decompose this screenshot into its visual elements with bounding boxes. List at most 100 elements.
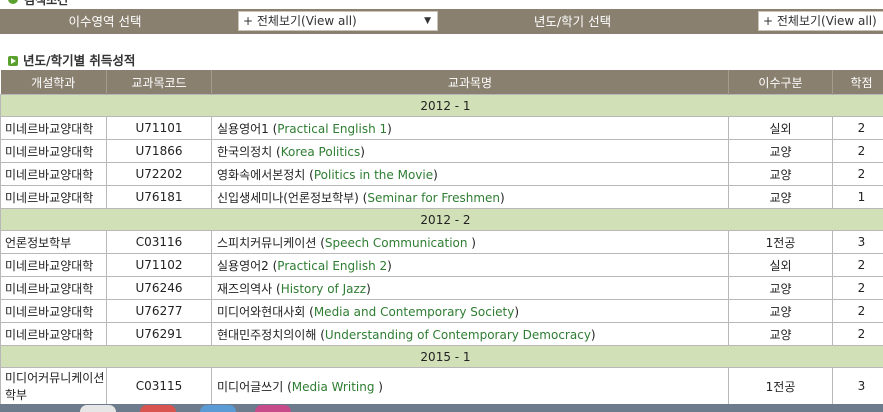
- cell-credit: 2: [832, 276, 883, 300]
- course-name-en: Korea Politics: [280, 144, 361, 159]
- cell-credit: 2: [832, 322, 883, 346]
- cell-course-name: 영화속에서본정치 (Politics in the Movie): [211, 162, 729, 186]
- cell-dept: 미네르바교양대학: [0, 276, 107, 300]
- course-name-en: Media and Contemporary Society: [313, 304, 515, 319]
- cell-credit: 1: [832, 185, 883, 209]
- course-name-ko: 현대민주정치의이해: [217, 327, 317, 342]
- course-name-ko: 실용영어1: [217, 121, 269, 136]
- course-name-en: Practical English 1: [277, 121, 388, 136]
- cell-course-name: 실용영어1 (Practical English 1): [211, 116, 729, 140]
- section-title-text: 년도/학기별 취득성적: [23, 53, 136, 68]
- course-name-ko: 실용영어2: [217, 258, 269, 273]
- cell-course-name: 실용영어2 (Practical English 2): [211, 253, 729, 277]
- taskbar-app-icon[interactable]: [255, 405, 291, 412]
- table-row: 언론정보학부 C03116 스피치커뮤니케이션 (Speech Communicat…: [0, 230, 883, 254]
- area-select[interactable]: + 전체보기(View all) ▼: [238, 11, 438, 31]
- taskbar-app-icon[interactable]: [200, 405, 236, 412]
- area-filter-label: 이수영역 선택: [68, 14, 142, 29]
- cell-credit: 2: [832, 299, 883, 323]
- cell-type: 교양: [728, 185, 833, 209]
- table-row: 미네르바교양대학 U76246 재즈의역사 (History of Jazz) 교양 2: [0, 276, 883, 300]
- taskbar-app-icon[interactable]: [140, 405, 176, 412]
- cell-course-name: 한국의정치 (Korea Politics): [211, 139, 729, 163]
- cell-type: 1전공: [728, 367, 833, 405]
- table-row: 미네르바교양대학 U71866 한국의정치 (Korea Politics) 교양 2: [0, 139, 883, 163]
- search-conditions-label: 검색조건: [24, 0, 69, 7]
- col-header-course: 교과목명: [211, 70, 729, 95]
- cell-code: U71101: [106, 116, 212, 140]
- cell-dept: 미네르바교양대학: [0, 322, 107, 346]
- cell-code: U76181: [106, 185, 212, 209]
- table-row: 미네르바교양대학 U71102 실용영어2 (Practical English 2…: [0, 253, 883, 277]
- cell-dept: 미네르바교양대학: [0, 116, 107, 140]
- col-header-code: 교과목코드: [106, 70, 212, 95]
- cell-credit: 2: [832, 253, 883, 277]
- course-name-ko: 신입생세미나(언론정보학부): [217, 190, 359, 205]
- table-row: 미네르바교양대학 U76277 미디어와현대사회 (Media and Contem…: [0, 299, 883, 323]
- area-select-value: + 전체보기(View all): [243, 14, 357, 28]
- table-row: 미네르바교양대학 U72202 영화속에서본정치 (Politics in the …: [0, 162, 883, 186]
- cell-code: U71866: [106, 139, 212, 163]
- course-name-ko: 미디어와현대사회: [217, 304, 306, 319]
- cell-credit: 2: [832, 116, 883, 140]
- cell-course-name: 현대민주정치의이해 (Understanding of Contemporary…: [211, 322, 729, 346]
- course-name-ko: 재즈의역사: [217, 281, 273, 296]
- cell-credit: 2: [832, 139, 883, 163]
- table-header-row: 개설학과 교과목코드 교과목명 이수구분 학점: [0, 70, 883, 95]
- semester-label: 2012 - 2: [0, 208, 883, 231]
- cell-dept: 미네르바교양대학: [0, 162, 107, 186]
- cell-type: 교양: [728, 139, 833, 163]
- cell-code: U76277: [106, 299, 212, 323]
- taskbar: [0, 404, 883, 412]
- course-name-en: Understanding of Contemporary Democracy: [324, 327, 591, 342]
- cell-dept: 미네르바교양대학: [0, 139, 107, 163]
- semester-row: 2012 - 2: [0, 208, 883, 231]
- semester-label: 2015 - 1: [0, 345, 883, 368]
- course-name-ko: 스피치커뮤니케이션: [217, 235, 317, 250]
- cell-credit: 2: [832, 162, 883, 186]
- section-title: 년도/학기별 취득성적: [8, 50, 135, 69]
- cell-type: 1전공: [728, 230, 833, 254]
- cell-code: U71102: [106, 253, 212, 277]
- table-row: 미네르바교양대학 U76181 신입생세미나(언론정보학부) (Seminar fo…: [0, 185, 883, 209]
- cell-dept: 미디어커뮤니케이션학부: [0, 367, 107, 405]
- cell-course-name: 신입생세미나(언론정보학부) (Seminar for Freshmen): [211, 185, 729, 209]
- course-name-en: Media Writing: [291, 379, 379, 394]
- cell-code: U72202: [106, 162, 212, 186]
- course-name-en: Speech Communication: [324, 235, 472, 250]
- table-row: 미네르바교양대학 U71101 실용영어1 (Practical English 1…: [0, 116, 883, 140]
- filter-bar: 이수영역 선택 + 전체보기(View all) ▼ 년도/학기 선택 + 전체…: [0, 9, 883, 34]
- cell-code: C03115: [106, 367, 212, 405]
- col-header-dept: 개설학과: [0, 70, 107, 95]
- cell-credit: 3: [832, 367, 883, 405]
- table-row: 미네르바교양대학 U76291 현대민주정치의이해 (Understanding o…: [0, 322, 883, 346]
- course-name-en: Seminar for Freshmen: [367, 190, 501, 205]
- dropdown-arrow-icon: ▼: [424, 16, 431, 26]
- semester-label: 2012 - 1: [0, 94, 883, 117]
- semester-row: 2015 - 1: [0, 345, 883, 368]
- cell-dept: 미네르바교양대학: [0, 185, 107, 209]
- table-row: 미디어커뮤니케이션학부 C03115 미디어글쓰기 (Media Writing )…: [0, 367, 883, 405]
- col-header-credit: 학점: [832, 70, 883, 95]
- term-select[interactable]: + 전체보기(View all): [758, 11, 883, 31]
- cell-dept: 언론정보학부: [0, 230, 107, 254]
- cell-dept: 미네르바교양대학: [0, 253, 107, 277]
- taskbar-app-icon[interactable]: [80, 405, 116, 412]
- course-name-ko: 한국의정치: [217, 144, 273, 159]
- grades-table: 개설학과 교과목코드 교과목명 이수구분 학점 2012 - 1 미네르바교양대학…: [0, 70, 883, 405]
- cell-course-name: 스피치커뮤니케이션 (Speech Communication ): [211, 230, 729, 254]
- cell-code: U76246: [106, 276, 212, 300]
- table-body: 2012 - 1 미네르바교양대학 U71101 실용영어1 (Practical E…: [0, 94, 883, 405]
- term-filter-label: 년도/학기 선택: [533, 14, 612, 29]
- cell-code: C03116: [106, 230, 212, 254]
- cell-code: U76291: [106, 322, 212, 346]
- term-select-value: + 전체보기(View all): [763, 14, 877, 28]
- cell-type: 교양: [728, 276, 833, 300]
- course-name-ko: 미디어글쓰기: [217, 379, 284, 394]
- cell-course-name: 재즈의역사 (History of Jazz): [211, 276, 729, 300]
- course-name-en: Politics in the Movie: [313, 167, 434, 182]
- cell-type: 교양: [728, 162, 833, 186]
- cell-type: 실외: [728, 253, 833, 277]
- search-conditions-header: 검색조건: [0, 0, 883, 8]
- course-name-en: History of Jazz: [280, 281, 367, 296]
